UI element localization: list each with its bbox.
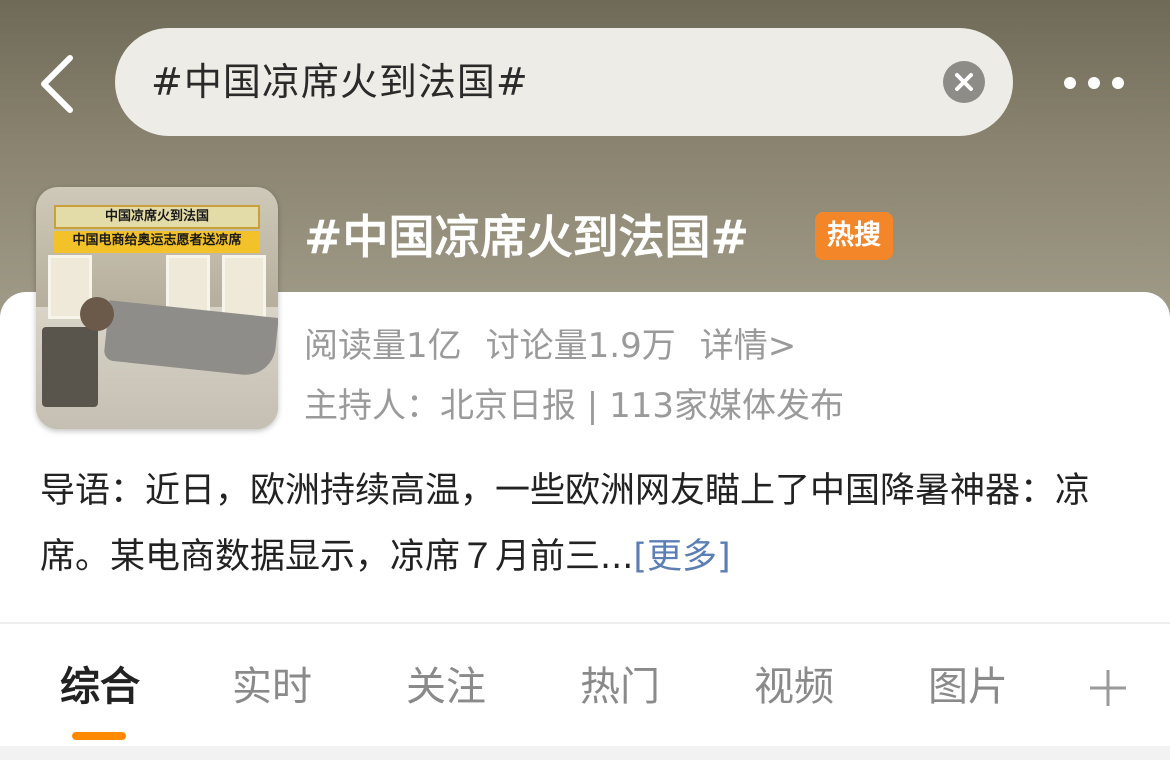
search-bar[interactable]: #中国凉席火到法国# (115, 28, 1013, 136)
tab-images[interactable]: 图片 (918, 652, 1018, 722)
tab-following[interactable]: 关注 (396, 652, 496, 722)
thumbnail-subcaption: 中国电商给奥运志愿者送凉席 (54, 231, 260, 253)
more-dots-icon (1064, 77, 1076, 89)
search-input[interactable]: #中国凉席火到法国# (151, 28, 529, 136)
active-tab-indicator (72, 732, 126, 740)
more-dots-icon (1112, 77, 1124, 89)
chevron-left-icon (41, 55, 73, 113)
intro-more-link[interactable]: [更多] (633, 537, 730, 577)
more-dots-icon (1088, 77, 1100, 89)
back-button[interactable] (36, 54, 80, 114)
read-count: 阅读量1亿 (304, 326, 462, 366)
details-link[interactable]: 详情> (700, 326, 797, 366)
thumbnail-machine (42, 327, 98, 407)
thumbnail-caption: 中国凉席火到法国 (54, 205, 260, 229)
thumbnail-person (80, 297, 114, 331)
topic-stats: 阅读量1亿 讨论量1.9万 详情> (304, 318, 820, 374)
topic-host: 主持人：北京日报 | 113家媒体发布 (304, 386, 844, 426)
add-tab-button[interactable] (1088, 668, 1128, 708)
more-options-button[interactable] (1058, 62, 1130, 102)
feed-tabs: 综合 实时 关注 热门 视频 图片 (0, 624, 1170, 746)
topic-intro: 导语：近日，欧洲持续高温，一些欧洲网友瞄上了中国降暑神器：凉席。某电商数据显示，… (40, 458, 1130, 590)
feed-separator (0, 746, 1170, 760)
clear-search-button[interactable] (943, 61, 985, 103)
tab-realtime[interactable]: 实时 (222, 652, 322, 722)
thumbnail-window (222, 255, 266, 319)
tab-video[interactable]: 视频 (744, 652, 844, 722)
discussion-count: 讨论量1.9万 (485, 326, 676, 366)
hot-search-badge: 热搜 (815, 212, 893, 260)
topic-title: #中国凉席火到法国# (304, 210, 750, 264)
topic-thumbnail[interactable]: 中国凉席火到法国 中国电商给奥运志愿者送凉席 (36, 187, 278, 429)
tab-hot[interactable]: 热门 (570, 652, 670, 722)
tab-comprehensive[interactable]: 综合 (50, 652, 150, 722)
clear-circle-icon (955, 73, 973, 91)
intro-text: 导语：近日，欧洲持续高温，一些欧洲网友瞄上了中国降暑神器：凉席。某电商数据显示，… (40, 471, 1091, 577)
plus-icon (1090, 670, 1126, 706)
